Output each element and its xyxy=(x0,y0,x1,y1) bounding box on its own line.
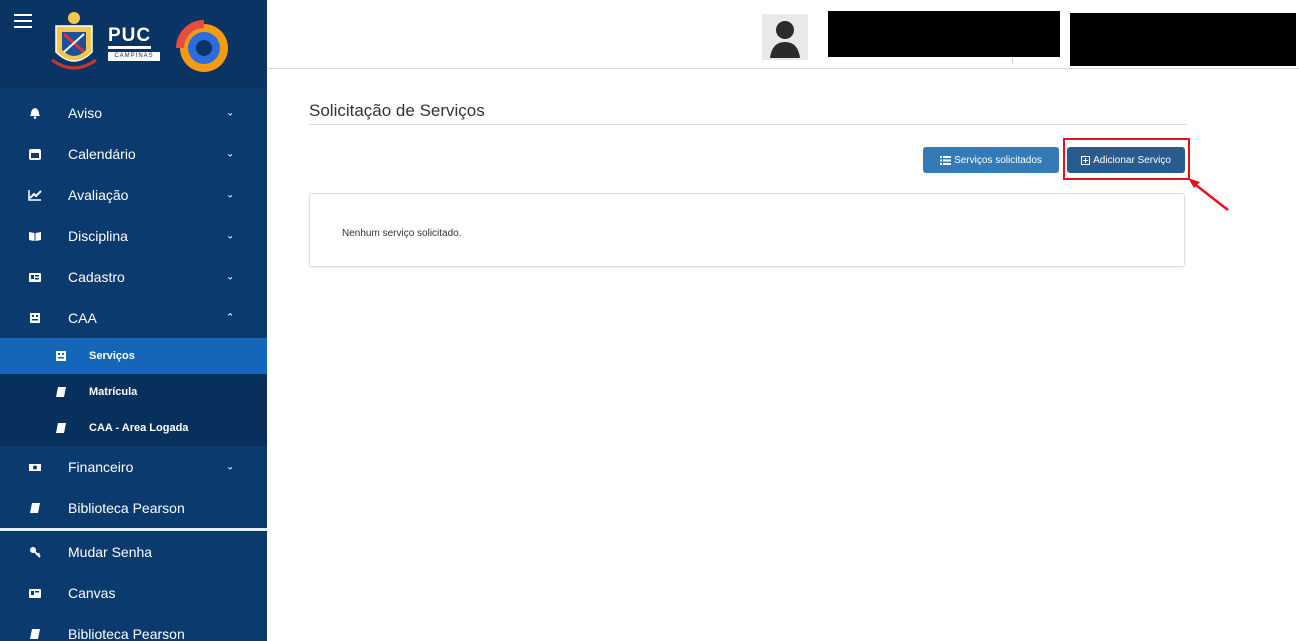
plus-square-icon xyxy=(1081,155,1091,165)
adicionar-servico-button[interactable]: Adicionar Serviço xyxy=(1067,147,1185,173)
user-avatar[interactable] xyxy=(762,14,808,60)
sidebar-subitem-matricula[interactable]: Matrícula xyxy=(0,374,267,410)
book-icon xyxy=(28,502,42,514)
sidebar-item-label: Aviso xyxy=(68,104,102,121)
book-icon xyxy=(28,628,42,640)
sidebar-item-disciplina[interactable]: Disciplina ⌄ xyxy=(0,215,267,256)
sidebar-item-label: CAA xyxy=(68,309,97,326)
sidebar-subitem-servicos[interactable]: Serviços xyxy=(0,338,267,374)
sidebar: PUC CAMPINAS Aviso ⌄ Calendário ⌄ Avalia… xyxy=(0,0,267,641)
anniversary-logo xyxy=(176,20,228,72)
sidebar-item-label: Biblioteca Pearson xyxy=(68,625,185,641)
sidebar-item-aviso[interactable]: Aviso ⌄ xyxy=(0,92,267,133)
book-open-icon xyxy=(28,230,42,242)
chevron-down-icon: ⌄ xyxy=(226,271,235,282)
services-panel: Nenhum serviço solicitado. xyxy=(309,193,1185,267)
empty-message: Nenhum serviço solicitado. xyxy=(342,228,462,239)
hamburger-menu-icon[interactable] xyxy=(14,14,32,28)
sidebar-item-label: Calendário xyxy=(68,145,136,162)
sidebar-menu: Aviso ⌄ Calendário ⌄ Avaliação ⌄ Discipl… xyxy=(0,92,267,641)
redacted-user-info xyxy=(1070,13,1296,66)
sidebar-subitem-caa-area-logada[interactable]: CAA - Area Logada xyxy=(0,410,267,446)
list-icon xyxy=(940,155,952,165)
building-icon xyxy=(54,350,68,362)
servicos-solicitados-button[interactable]: Serviços solicitados xyxy=(923,147,1059,173)
button-label: Serviços solicitados xyxy=(954,154,1042,166)
sidebar-subitem-label: CAA - Area Logada xyxy=(89,422,189,434)
university-crest-logo xyxy=(51,12,97,70)
key-icon xyxy=(28,546,42,558)
sidebar-item-mudar-senha[interactable]: Mudar Senha xyxy=(0,531,267,572)
sidebar-item-canvas[interactable]: Canvas xyxy=(0,572,267,613)
sidebar-item-avaliacao[interactable]: Avaliação ⌄ xyxy=(0,174,267,215)
sidebar-item-label: Canvas xyxy=(68,584,116,601)
sidebar-item-label: Disciplina xyxy=(68,227,128,244)
user-silhouette-icon xyxy=(770,21,800,58)
sidebar-item-label: Biblioteca Pearson xyxy=(68,499,185,516)
chevron-down-icon: ⌄ xyxy=(226,148,235,159)
book-icon xyxy=(54,386,68,398)
sidebar-item-caa[interactable]: CAA ⌃ xyxy=(0,297,267,338)
brand-subtitle: CAMPINAS xyxy=(108,52,160,61)
id-card-icon xyxy=(28,271,42,283)
redacted-user-name xyxy=(828,11,1060,57)
annotation-arrow-icon xyxy=(1188,178,1229,211)
page-title: Solicitação de Serviços xyxy=(309,101,485,120)
sidebar-item-label: Financeiro xyxy=(68,458,134,475)
sidebar-item-cadastro[interactable]: Cadastro ⌄ xyxy=(0,256,267,297)
brand-name: PUC xyxy=(108,26,152,49)
sidebar-subitem-label: Matrícula xyxy=(89,386,138,398)
chevron-down-icon: ⌄ xyxy=(226,189,235,200)
building-icon xyxy=(28,312,42,324)
sidebar-item-biblioteca-pearson[interactable]: Biblioteca Pearson xyxy=(0,487,267,528)
chart-line-icon xyxy=(28,189,42,201)
money-icon xyxy=(28,461,42,473)
sidebar-item-calendario[interactable]: Calendário ⌄ xyxy=(0,133,267,174)
bell-icon xyxy=(28,107,42,119)
sidebar-item-label: Mudar Senha xyxy=(68,543,153,560)
chevron-up-icon: ⌃ xyxy=(226,312,235,323)
sidebar-item-biblioteca-pearson-2[interactable]: Biblioteca Pearson xyxy=(0,613,267,641)
book-icon xyxy=(54,422,68,434)
sidebar-item-financeiro[interactable]: Financeiro ⌄ xyxy=(0,446,267,487)
chevron-down-icon: ⌄ xyxy=(226,107,235,118)
sidebar-header: PUC CAMPINAS xyxy=(0,0,267,88)
button-label: Adicionar Serviço xyxy=(1093,154,1171,166)
calendar-icon xyxy=(28,148,42,160)
sidebar-item-label: Avaliação xyxy=(68,186,129,203)
title-divider xyxy=(309,124,1187,125)
card-icon xyxy=(28,587,42,599)
sidebar-item-label: Cadastro xyxy=(68,268,125,285)
chevron-down-icon: ⌄ xyxy=(226,230,235,241)
chevron-down-icon: ⌄ xyxy=(226,461,235,472)
sidebar-subitem-label: Serviços xyxy=(89,350,135,362)
